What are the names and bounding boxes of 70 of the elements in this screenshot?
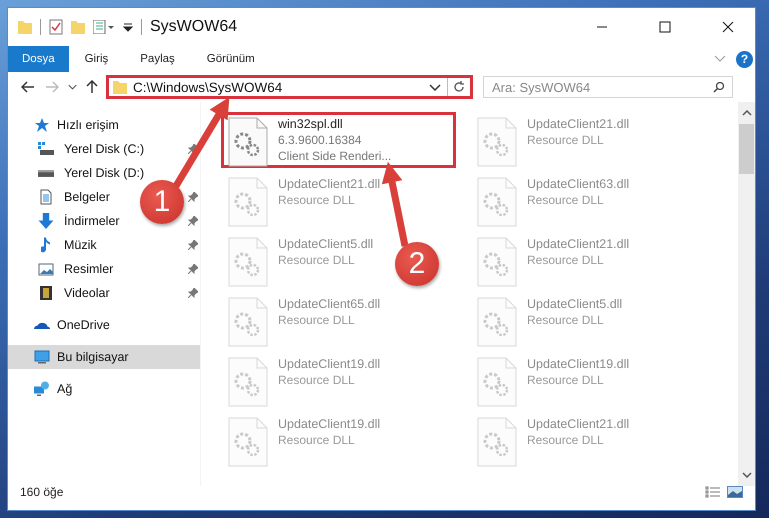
- drive-icon: [38, 141, 54, 157]
- monitor-icon: [34, 349, 50, 365]
- nav-item[interactable]: Ağ: [57, 382, 72, 396]
- file-detail: Resource DLL: [278, 433, 356, 447]
- music-note-icon: [41, 237, 51, 253]
- help-button[interactable]: ?: [736, 50, 753, 68]
- file-detail: Resource DLL: [527, 433, 605, 447]
- file-detail: Resource DLL: [278, 193, 356, 207]
- maximize-icon[interactable]: [658, 21, 670, 33]
- pin-icon[interactable]: [188, 216, 198, 226]
- image-icon: [38, 262, 54, 276]
- folder-icon: [113, 80, 127, 94]
- download-icon: [38, 213, 54, 229]
- file-detail: Client Side Renderi...: [278, 149, 392, 163]
- scroll-up-icon[interactable]: [742, 110, 752, 116]
- nav-item[interactable]: OneDrive: [57, 318, 110, 332]
- file-detail: Resource DLL: [527, 253, 605, 267]
- scroll-thumb[interactable]: [739, 124, 754, 174]
- nav-item[interactable]: Yerel Disk (C:): [64, 142, 144, 156]
- document-icon: [40, 189, 52, 205]
- cloud-icon: [34, 321, 50, 329]
- pin-icon[interactable]: [188, 240, 198, 250]
- dropdown-icon[interactable]: [429, 84, 441, 90]
- close-icon[interactable]: [722, 21, 734, 33]
- file-detail: Resource DLL: [527, 373, 605, 387]
- properties-icon[interactable]: [93, 20, 115, 34]
- refresh-icon[interactable]: [453, 81, 465, 93]
- item-count: 160 öğe: [20, 485, 64, 499]
- window-title: SysWOW64: [150, 18, 238, 36]
- nav-item[interactable]: Yerel Disk (D:): [64, 166, 144, 180]
- address-bar[interactable]: C:\Windows\SysWOW64: [106, 75, 473, 99]
- nav-item[interactable]: Belgeler: [64, 190, 110, 204]
- checklist-icon[interactable]: [49, 19, 63, 35]
- file-detail: 6.3.9600.16384: [278, 133, 362, 147]
- file-detail: Resource DLL: [527, 313, 605, 327]
- nav-item[interactable]: Resimler: [64, 262, 114, 276]
- ribbon-tab[interactable]: Giriş: [68, 46, 124, 72]
- scroll-down-icon[interactable]: [742, 472, 752, 478]
- network-icon: [34, 381, 50, 397]
- nav-item[interactable]: Videolar: [64, 286, 110, 300]
- star-icon: [34, 117, 50, 133]
- up-arrow-icon[interactable]: [85, 80, 99, 94]
- search-icon[interactable]: [713, 81, 725, 93]
- nav-item[interactable]: İndirmeler: [64, 214, 120, 228]
- ribbon-tab[interactable]: Görünüm: [190, 46, 271, 72]
- pin-icon[interactable]: [188, 264, 198, 274]
- pin-icon[interactable]: [188, 288, 198, 298]
- nav-item[interactable]: Hızlı erişim: [57, 118, 119, 132]
- dropdown-icon[interactable]: [123, 22, 133, 32]
- caret-icon[interactable]: [68, 84, 76, 90]
- file-detail: Resource DLL: [527, 133, 605, 147]
- large-icons-view-icon[interactable]: [727, 486, 743, 498]
- scrollbar[interactable]: [738, 102, 755, 486]
- chevron-icon[interactable]: [714, 55, 726, 63]
- file-name[interactable]: win32spl.dll: [278, 117, 392, 131]
- nav-item[interactable]: Müzik: [64, 238, 97, 252]
- back-arrow-icon[interactable]: [21, 80, 35, 94]
- file-detail: Resource DLL: [278, 313, 356, 327]
- file-detail: Resource DLL: [278, 253, 356, 267]
- ribbon-tab[interactable]: Paylaş: [124, 46, 191, 72]
- file-detail: Resource DLL: [527, 193, 605, 207]
- ribbon-tab[interactable]: Dosya: [8, 46, 69, 72]
- file-detail: Resource DLL: [278, 373, 356, 387]
- gear-file-icon[interactable]: [226, 117, 270, 167]
- drive-icon: [38, 170, 54, 176]
- details-view-icon[interactable]: [705, 486, 721, 498]
- pin-icon[interactable]: [188, 192, 198, 202]
- pin-icon[interactable]: [188, 144, 198, 154]
- search-field[interactable]: Ara: SysWOW64: [483, 76, 733, 98]
- film-icon: [40, 285, 52, 301]
